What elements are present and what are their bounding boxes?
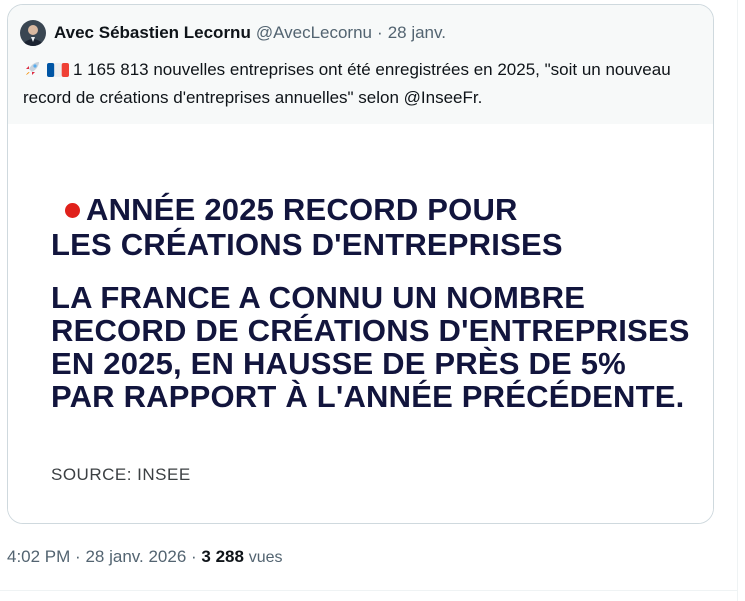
- post-full-date[interactable]: 28 janv. 2026: [85, 547, 186, 566]
- author-name[interactable]: Avec Sébastien Lecornu: [54, 23, 251, 43]
- image-body-text: LA FRANCE A CONNU UN NOMBRE RECORD DE CR…: [51, 281, 690, 413]
- quoted-post-author-line: Avec Sébastien Lecornu @AvecLecornu · 28…: [20, 19, 446, 47]
- quoted-post-card[interactable]: Avec Sébastien Lecornu @AvecLecornu · 28…: [7, 4, 714, 524]
- quoted-post-header: Avec Sébastien Lecornu @AvecLecornu · 28…: [8, 5, 713, 124]
- meta-separator: ·: [191, 547, 197, 566]
- author-handle[interactable]: @AvecLecornu: [256, 23, 372, 43]
- separator-dot: ·: [377, 23, 383, 42]
- post-image[interactable]: ANNÉE 2025 RECORD POUR LES CRÉATIONS D'E…: [8, 124, 713, 523]
- quoted-post-text: 1 165 813 nouvelles entreprises ont été …: [23, 57, 703, 110]
- french-flag-emoji: [47, 60, 69, 85]
- timeline-border: [737, 0, 738, 601]
- author-avatar[interactable]: [20, 20, 46, 46]
- post-time[interactable]: 4:02 PM: [7, 547, 70, 566]
- image-body-line: LA FRANCE A CONNU UN NOMBRE: [51, 280, 586, 315]
- image-headline-line1: ANNÉE 2025 RECORD POUR: [86, 192, 518, 227]
- divider: [0, 590, 738, 591]
- image-body-line: EN 2025, EN HAUSSE DE PRÈS DE 5%: [51, 346, 626, 381]
- image-body-line: PAR RAPPORT À L'ANNÉE PRÉCÉDENTE.: [51, 379, 685, 414]
- views-label: vues: [248, 549, 283, 566]
- image-source: SOURCE: INSEE: [51, 465, 191, 484]
- image-body-line: RECORD DE CRÉATIONS D'ENTREPRISES: [51, 313, 690, 348]
- live-dot-icon: [65, 203, 80, 218]
- image-headline-line2: LES CRÉATIONS D'ENTREPRISES: [51, 227, 563, 262]
- rocket-emoji: [23, 58, 43, 85]
- views-count: 3 288: [201, 547, 244, 566]
- post-meta: 4:02 PM · 28 janv. 2026 · 3 288 vues: [7, 547, 283, 567]
- post-date[interactable]: 28 janv.: [388, 23, 446, 43]
- post-text-content: 1 165 813 nouvelles entreprises ont été …: [23, 60, 671, 107]
- meta-separator: ·: [75, 547, 81, 566]
